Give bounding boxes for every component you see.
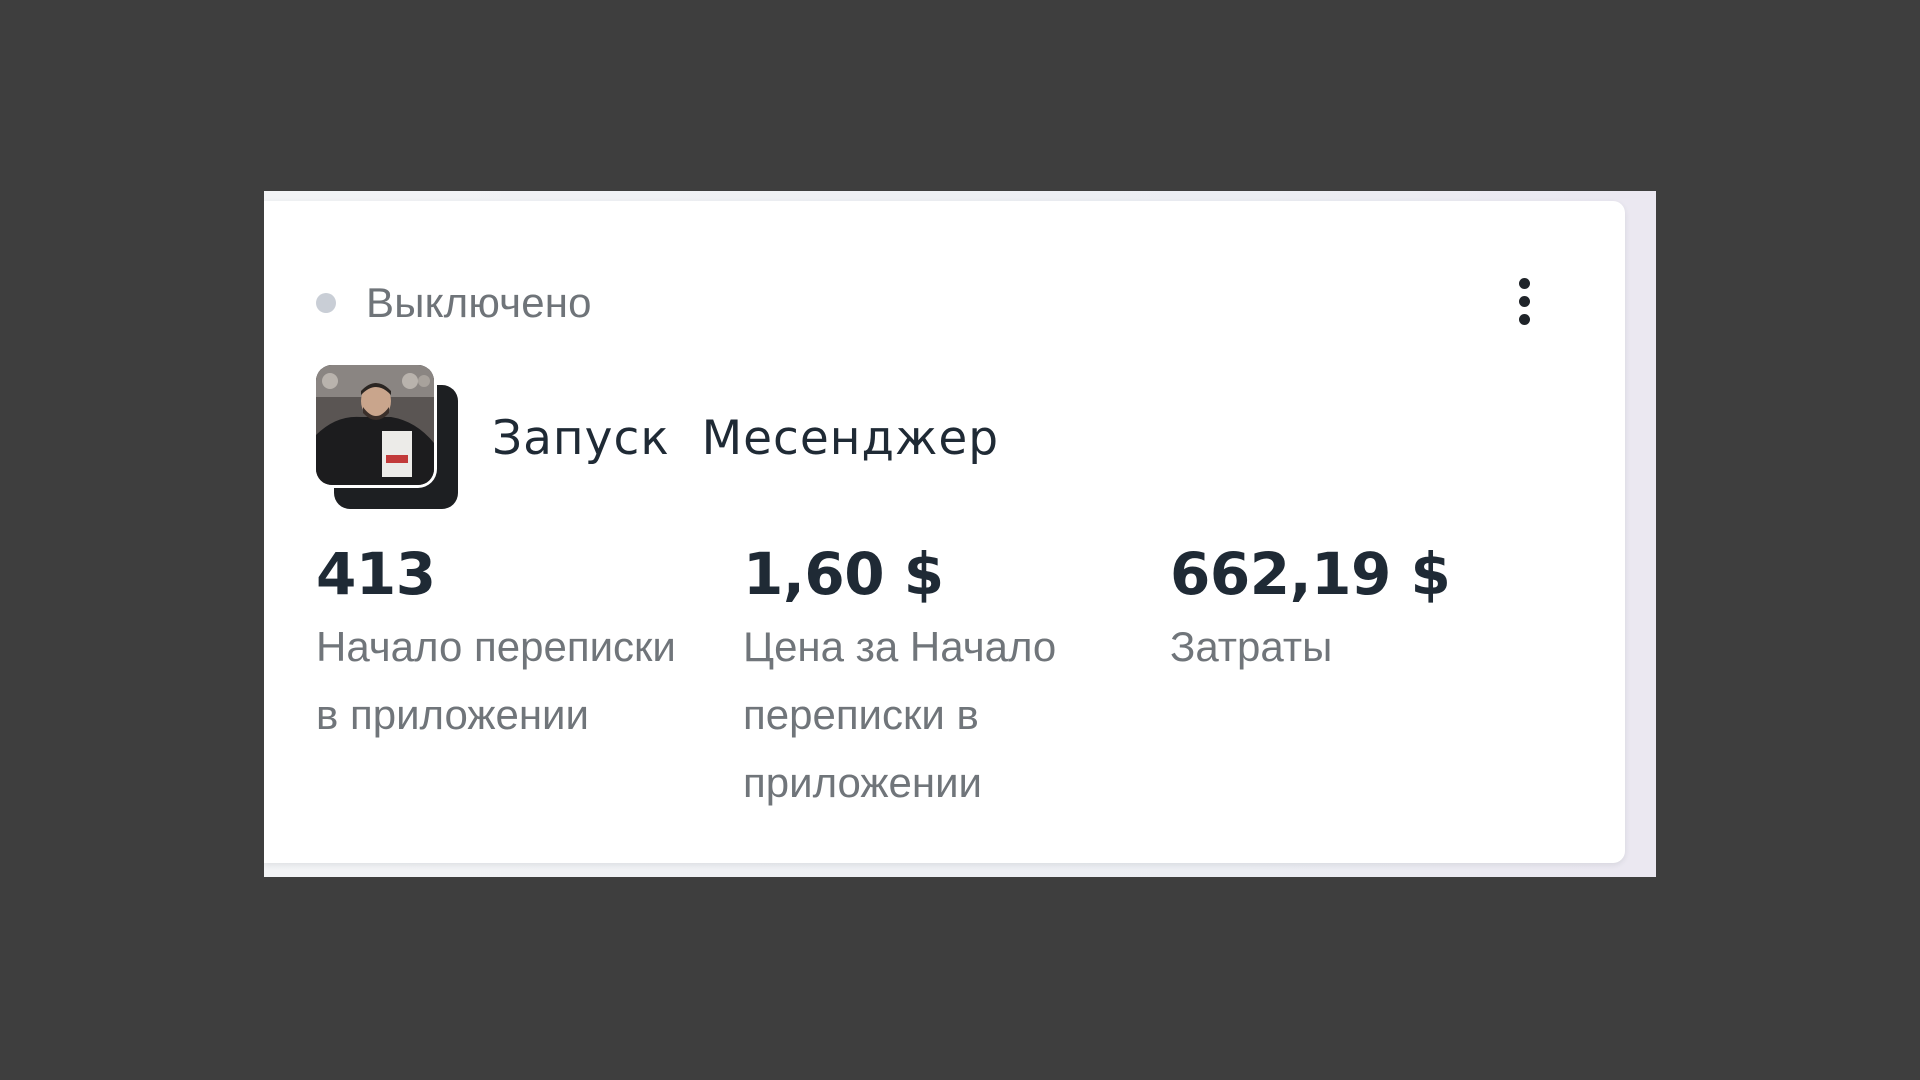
campaign-name[interactable]: Запуск Месенджер — [492, 411, 999, 466]
metric-value: 662,19 $ — [1170, 540, 1451, 608]
status-indicator: Выключено — [316, 279, 592, 327]
metric-spend: 662,19 $ Затраты — [1170, 539, 1597, 817]
metric-label: Затраты — [1170, 623, 1333, 670]
status-label: Выключено — [366, 279, 592, 326]
more-options-button[interactable] — [1504, 271, 1544, 331]
metrics-row: 413 Начало переписки в приложении 1,60 $… — [316, 539, 1597, 817]
status-dot-icon — [316, 293, 336, 313]
more-vertical-icon-dot — [1518, 295, 1530, 307]
campaign-header[interactable]: Запуск Месенджер — [316, 365, 999, 511]
metric-conversations: 413 Начало переписки в приложении — [316, 539, 743, 817]
campaign-panel: Выключено Запуск Месенджер 413 Начало пе… — [264, 191, 1656, 877]
campaign-thumbnail[interactable] — [316, 365, 462, 511]
metric-value: 1,60 $ — [743, 540, 944, 608]
metric-label: Начало переписки в приложении — [316, 623, 676, 738]
thumbnail-image — [316, 365, 434, 485]
metric-value: 413 — [316, 540, 436, 608]
metric-cost-per-conversation: 1,60 $ Цена за Начало переписки в прилож… — [743, 539, 1170, 817]
metric-label: Цена за Начало переписки в приложении — [743, 623, 1057, 806]
campaign-card[interactable]: Выключено Запуск Месенджер 413 Начало пе… — [264, 201, 1625, 863]
more-vertical-icon-dot — [1518, 277, 1530, 289]
more-vertical-icon-dot — [1518, 313, 1530, 325]
